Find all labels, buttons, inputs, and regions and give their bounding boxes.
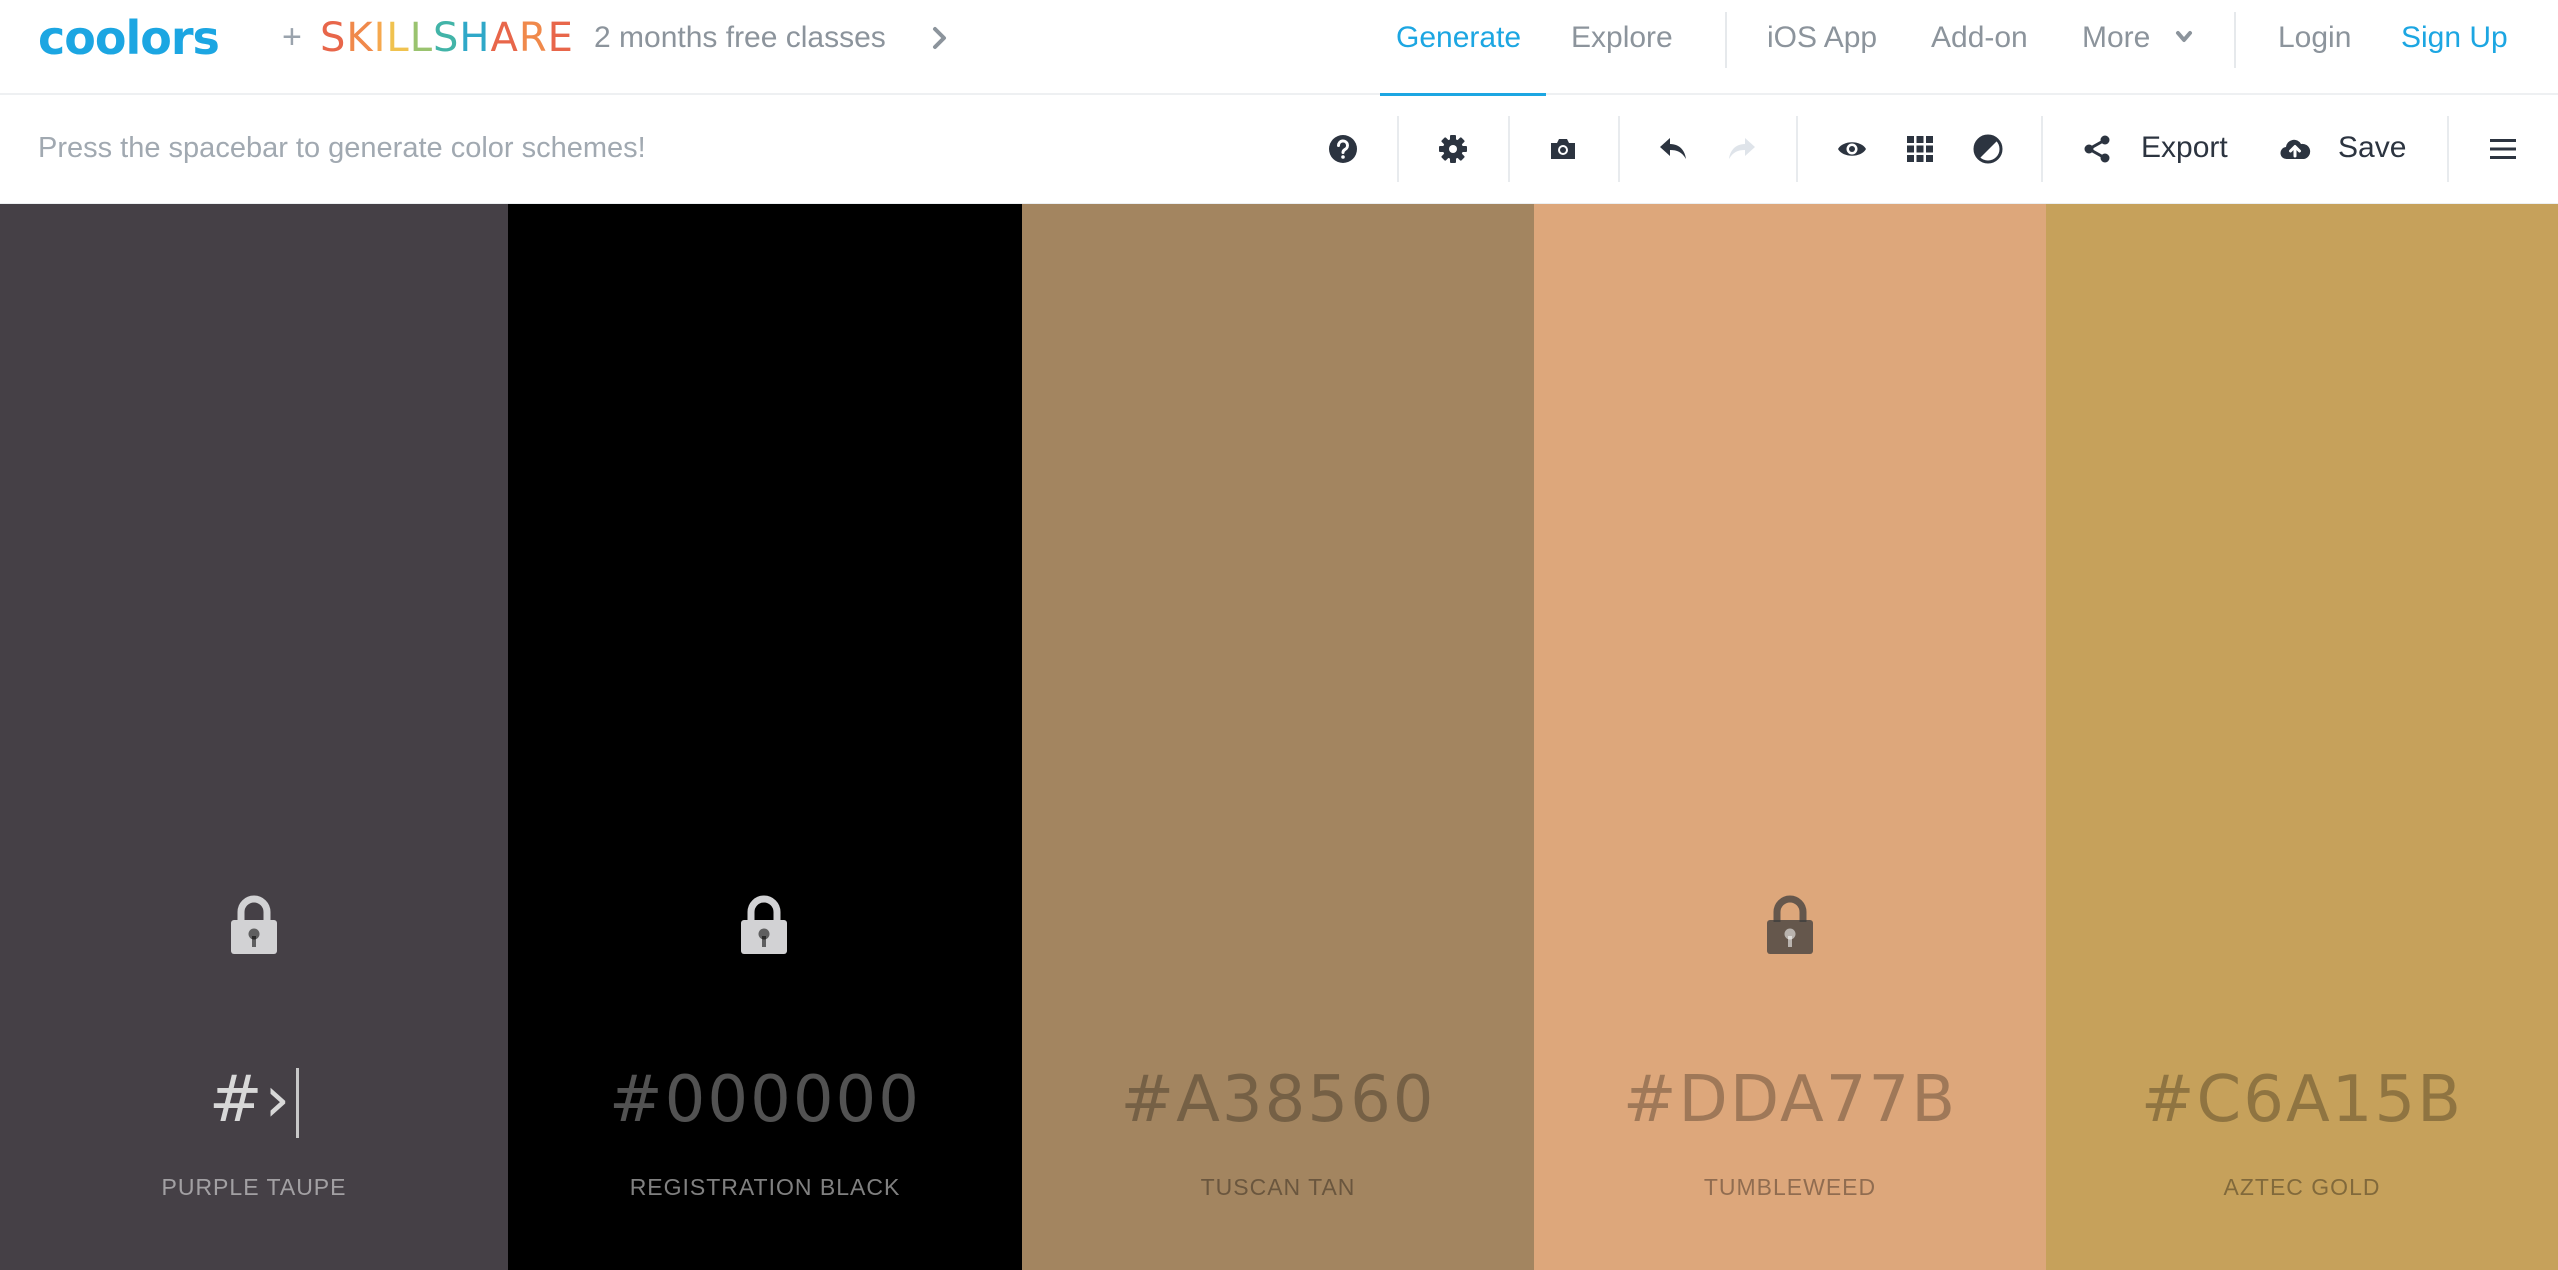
nav-login[interactable]: Login [2278, 20, 2351, 56]
redo-icon [1725, 132, 1759, 166]
color-name: TUSCAN TAN [1200, 1174, 1356, 1200]
plus-sign: + [282, 18, 302, 56]
coolors-logo[interactable]: coolors [38, 14, 220, 62]
spacebar-hint: Press the spacebar to generate color sch… [38, 132, 646, 164]
skillshare-letter: H [459, 15, 491, 61]
color-name: AZTEC GOLD [2223, 1174, 2381, 1200]
text-caret [296, 1068, 300, 1139]
export-button[interactable]: Export [2141, 130, 2228, 166]
color-column-1[interactable]: #› PURPLE TAUPE [0, 204, 508, 1270]
color-column-4[interactable]: #DDA77B TUMBLEWEED [1534, 204, 2046, 1270]
gear-icon[interactable] [1436, 132, 1470, 166]
nav-divider [2234, 12, 2236, 68]
promo-link[interactable]: 2 months free classes [594, 20, 886, 56]
color-column-3[interactable]: #A38560 TUSCAN TAN [1022, 204, 1534, 1270]
nav-more[interactable]: More [2082, 20, 2150, 56]
skillshare-letter: E [547, 15, 574, 61]
help-icon[interactable] [1326, 132, 1360, 166]
nav-explore[interactable]: Explore [1571, 20, 1673, 56]
color-column-5[interactable]: #C6A15B AZTEC GOLD [2046, 204, 2558, 1270]
skillshare-letter: S [320, 15, 347, 61]
color-name: TUMBLEWEED [1703, 1174, 1877, 1200]
nav-divider [1725, 12, 1727, 68]
lock-icon[interactable] [1764, 892, 1816, 956]
toolbar-divider [2041, 116, 2043, 182]
toolbar-divider [1796, 116, 1798, 182]
grid-icon[interactable] [1903, 132, 1937, 166]
chevron-down-icon[interactable] [2175, 30, 2193, 44]
toolbar-divider [2447, 116, 2449, 182]
eye-icon[interactable] [1835, 132, 1869, 166]
skillshare-letter: A [490, 15, 519, 61]
hex-code-text: #› [208, 1063, 293, 1137]
hex-code-input[interactable]: #› [0, 1062, 508, 1139]
nav-signup[interactable]: Sign Up [2401, 20, 2508, 56]
hex-code[interactable]: #000000 [508, 1062, 1022, 1138]
chevron-right-icon [933, 27, 946, 49]
color-name: REGISTRATION BLACK [629, 1174, 901, 1200]
skillshare-letter: R [518, 15, 548, 61]
hex-code[interactable]: #DDA77B [1534, 1062, 2046, 1138]
nav-generate[interactable]: Generate [1396, 20, 1521, 56]
lock-icon[interactable] [228, 892, 280, 956]
skillshare-letter: K [346, 15, 374, 61]
skillshare-letter: L [386, 15, 410, 61]
color-name: PURPLE TAUPE [161, 1174, 347, 1200]
toolbar-divider [1618, 116, 1620, 182]
skillshare-letter: L [409, 15, 434, 61]
undo-icon[interactable] [1656, 132, 1690, 166]
hex-code[interactable]: #C6A15B [2046, 1062, 2558, 1138]
nav-ios-app[interactable]: iOS App [1767, 20, 1877, 56]
nav-addon[interactable]: Add-on [1931, 20, 2028, 56]
contrast-icon[interactable] [1971, 132, 2005, 166]
skillshare-logo[interactable]: SKILLSHARE [320, 14, 574, 62]
color-column-2[interactable]: #000000 REGISTRATION BLACK [508, 204, 1022, 1270]
toolbar-divider [1397, 116, 1399, 182]
top-nav: coolors + SKILLSHARE 2 months free class… [0, 0, 2558, 96]
save-button[interactable]: Save [2338, 130, 2406, 166]
hamburger-menu-icon[interactable] [2486, 132, 2520, 166]
toolbar: Press the spacebar to generate color sch… [0, 96, 2558, 204]
upload-cloud-icon[interactable] [2278, 132, 2312, 166]
share-icon[interactable] [2080, 132, 2114, 166]
toolbar-divider [1508, 116, 1510, 182]
skillshare-letter: S [433, 15, 460, 61]
lock-icon[interactable] [738, 892, 790, 956]
camera-icon[interactable] [1546, 132, 1580, 166]
color-palette: #› PURPLE TAUPE #000000 REGISTRATION BLA… [0, 204, 2558, 1270]
hex-code[interactable]: #A38560 [1022, 1062, 1534, 1138]
skillshare-letter: I [373, 15, 387, 61]
